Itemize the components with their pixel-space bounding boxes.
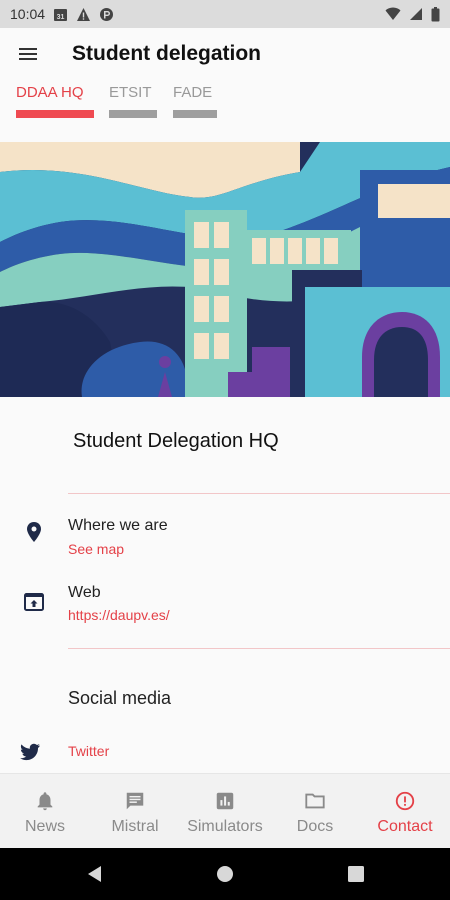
recents-icon[interactable]: [346, 864, 366, 884]
menu-button[interactable]: [0, 28, 56, 80]
nav-simulators[interactable]: Simulators: [180, 774, 270, 848]
social-media-heading: Social media: [68, 688, 172, 708]
calendar-icon: 31: [54, 8, 68, 21]
nav-docs[interactable]: Docs: [270, 774, 360, 848]
tab-fade[interactable]: FADE: [173, 84, 217, 118]
location-label: Where we are: [68, 517, 168, 534]
nav-label: Simulators: [187, 818, 263, 835]
web-row[interactable]: Web https://daupv.es/: [0, 579, 450, 629]
home-icon[interactable]: [215, 864, 235, 884]
bottom-navigation: News Mistral Simulators Docs Contact: [0, 773, 450, 848]
divider: [68, 493, 450, 494]
nav-news[interactable]: News: [0, 774, 90, 848]
tab-label: FADE: [173, 84, 213, 101]
system-navigation-bar: [0, 848, 450, 900]
chat-icon: [126, 792, 144, 810]
location-row[interactable]: Where we are See map: [0, 512, 450, 562]
twitter-icon: [20, 743, 40, 761]
data-saver-icon: [100, 7, 114, 21]
bell-icon: [37, 792, 53, 811]
status-time: 10:04: [10, 6, 46, 22]
nav-contact[interactable]: Contact: [360, 774, 450, 848]
tab-bar: DDAA HQ ETSIT FADE: [0, 80, 450, 120]
tab-etsit[interactable]: ETSIT: [109, 84, 157, 118]
twitter-row[interactable]: Twitter: [0, 737, 450, 767]
signal-icon: [410, 8, 422, 20]
app-bar: Student delegation: [0, 28, 450, 80]
hq-heading: Student Delegation HQ: [73, 430, 279, 452]
location-pin-icon: [27, 522, 41, 542]
open-in-browser-icon: [24, 593, 44, 611]
contact-content: Student Delegation HQ Where we are See m…: [0, 397, 450, 773]
web-label: Web: [68, 584, 101, 601]
hamburger-menu-icon: [19, 48, 37, 60]
nav-mistral[interactable]: Mistral: [90, 774, 180, 848]
wifi-icon: [385, 7, 401, 20]
web-link[interactable]: https://daupv.es/: [68, 607, 170, 623]
tab-indicator: [109, 110, 157, 118]
chart-icon: [216, 792, 234, 810]
nav-label: Mistral: [111, 818, 159, 835]
page-title: Student delegation: [72, 42, 261, 65]
info-icon: [395, 791, 415, 811]
twitter-link[interactable]: Twitter: [68, 743, 109, 759]
divider: [68, 648, 450, 649]
status-bar: 10:04 31: [0, 0, 450, 28]
nav-label: Docs: [296, 818, 334, 835]
nav-label: Contact: [377, 818, 433, 835]
folder-icon: [305, 793, 325, 809]
tab-label: DDAA HQ: [16, 84, 84, 101]
calendar-day: 31: [57, 14, 65, 21]
tab-indicator: [16, 110, 94, 118]
tab-label: ETSIT: [109, 84, 152, 101]
tab-ddaa-hq[interactable]: DDAA HQ: [16, 84, 94, 118]
see-map-link[interactable]: See map: [68, 541, 124, 557]
nav-label: News: [24, 818, 65, 835]
hero-illustration: [0, 142, 450, 397]
battery-icon: [431, 6, 440, 21]
warning-icon: [77, 7, 91, 21]
tab-indicator: [173, 110, 217, 118]
back-icon[interactable]: [85, 864, 105, 884]
